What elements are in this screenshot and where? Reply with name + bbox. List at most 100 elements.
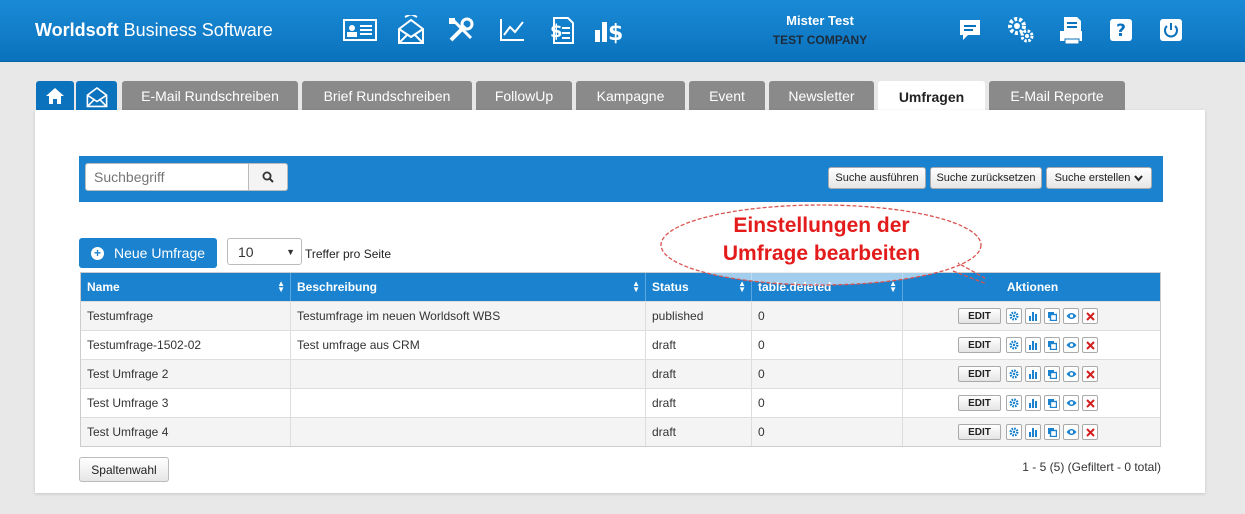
search-button[interactable] bbox=[248, 163, 288, 191]
copy-button[interactable] bbox=[1044, 337, 1060, 353]
eye-icon bbox=[1066, 400, 1076, 406]
copy-button[interactable] bbox=[1044, 395, 1060, 411]
delete-button[interactable] bbox=[1082, 366, 1098, 382]
create-search-label: Suche erstellen bbox=[1054, 172, 1131, 184]
statistics-button[interactable] bbox=[1025, 308, 1041, 324]
statistics-button[interactable] bbox=[1025, 395, 1041, 411]
document-dollar-icon[interactable]: $ bbox=[545, 15, 579, 45]
cell-deleted: 0 bbox=[752, 418, 903, 446]
tab-umfragen[interactable]: Umfragen bbox=[878, 81, 985, 112]
statistics-button[interactable] bbox=[1025, 366, 1041, 382]
help-icon[interactable]: ? bbox=[1104, 15, 1138, 45]
settings-button[interactable] bbox=[1006, 366, 1022, 382]
per-page-value: 10 bbox=[238, 243, 254, 260]
chart-line-icon[interactable] bbox=[495, 15, 529, 45]
preview-button[interactable] bbox=[1063, 395, 1079, 411]
edit-button[interactable]: EDIT bbox=[958, 424, 1001, 440]
column-header-name[interactable]: Name ▲ ▼ bbox=[81, 273, 291, 301]
copy-button[interactable] bbox=[1044, 308, 1060, 324]
settings-button[interactable] bbox=[1006, 395, 1022, 411]
gear-icon bbox=[1009, 398, 1019, 408]
preview-button[interactable] bbox=[1063, 424, 1079, 440]
column-header-description[interactable]: Beschreibung ▲ ▼ bbox=[291, 273, 646, 301]
tab-home[interactable] bbox=[36, 81, 74, 111]
print-icon[interactable] bbox=[1054, 15, 1088, 45]
settings-button[interactable] bbox=[1006, 424, 1022, 440]
close-icon bbox=[1085, 427, 1095, 437]
contacts-card-icon[interactable] bbox=[343, 15, 377, 45]
cell-description bbox=[291, 389, 646, 417]
new-survey-button[interactable]: + Neue Umfrage bbox=[79, 238, 217, 268]
per-page-select[interactable]: 10 ▼ bbox=[227, 238, 302, 265]
copy-icon bbox=[1048, 428, 1057, 437]
edit-button[interactable]: EDIT bbox=[958, 366, 1001, 382]
copy-icon bbox=[1048, 341, 1057, 350]
gear-icon bbox=[1009, 311, 1019, 321]
plus-circle-icon: + bbox=[91, 246, 104, 260]
tab-kampagne[interactable]: Kampagne bbox=[576, 81, 685, 111]
tab-followup[interactable]: FollowUp bbox=[476, 81, 572, 111]
settings-gears-icon[interactable] bbox=[1004, 15, 1038, 45]
cell-name[interactable]: Testumfrage-1502-02 bbox=[81, 331, 291, 359]
bar-chart-icon bbox=[1029, 370, 1037, 379]
preview-button[interactable] bbox=[1063, 366, 1079, 382]
delete-button[interactable] bbox=[1082, 337, 1098, 353]
chevron-down-icon bbox=[1134, 174, 1144, 182]
cell-name[interactable]: Test Umfrage 3 bbox=[81, 389, 291, 417]
bar-chart-icon bbox=[1029, 341, 1037, 350]
row-actions: EDIT bbox=[958, 366, 1098, 382]
create-search-button[interactable]: Suche erstellen bbox=[1046, 167, 1152, 189]
mail-campaign-icon[interactable] bbox=[394, 15, 428, 45]
search-input[interactable] bbox=[85, 163, 249, 191]
cell-description bbox=[291, 418, 646, 446]
preview-button[interactable] bbox=[1063, 308, 1079, 324]
bar-chart-icon bbox=[1029, 399, 1037, 408]
delete-button[interactable] bbox=[1082, 308, 1098, 324]
power-icon[interactable] bbox=[1154, 15, 1188, 45]
copy-button[interactable] bbox=[1044, 424, 1060, 440]
table-row: Test Umfrage 2 draft 0 EDIT bbox=[81, 359, 1160, 388]
tab-email-reporte[interactable]: E-Mail Reporte bbox=[989, 81, 1125, 111]
edit-button[interactable]: EDIT bbox=[958, 337, 1001, 353]
cell-status: draft bbox=[646, 360, 752, 388]
user-name: Mister Test bbox=[786, 13, 854, 28]
close-icon bbox=[1085, 340, 1095, 350]
edit-button[interactable]: EDIT bbox=[958, 395, 1001, 411]
tab-brief-rundschreiben[interactable]: Brief Rundschreiben bbox=[302, 81, 472, 111]
cell-name[interactable]: Test Umfrage 4 bbox=[81, 418, 291, 446]
table-row: Test Umfrage 4 draft 0 EDIT bbox=[81, 417, 1160, 446]
svg-text:$: $ bbox=[550, 21, 563, 42]
cell-name[interactable]: Testumfrage bbox=[81, 302, 291, 330]
reset-search-button[interactable]: Suche zurücksetzen bbox=[930, 167, 1042, 189]
statistics-button[interactable] bbox=[1025, 424, 1041, 440]
gear-icon bbox=[1009, 427, 1019, 437]
statistics-button[interactable] bbox=[1025, 337, 1041, 353]
delete-button[interactable] bbox=[1082, 424, 1098, 440]
cell-name[interactable]: Test Umfrage 2 bbox=[81, 360, 291, 388]
cell-status: draft bbox=[646, 418, 752, 446]
tab-newsletter[interactable]: Newsletter bbox=[769, 81, 874, 111]
settings-button[interactable] bbox=[1006, 337, 1022, 353]
settings-button[interactable] bbox=[1006, 308, 1022, 324]
chat-icon[interactable] bbox=[953, 15, 987, 45]
tools-icon[interactable] bbox=[444, 15, 478, 45]
preview-button[interactable] bbox=[1063, 337, 1079, 353]
tab-mailing[interactable] bbox=[76, 81, 117, 111]
table-header: Name ▲ ▼ Beschreibung ▲ ▼ Status ▲ ▼ table.… bbox=[81, 273, 1160, 301]
column-chooser-button[interactable]: Spaltenwahl bbox=[79, 457, 169, 482]
callout-text: Einstellungen der Umfrage bearbeiten bbox=[658, 212, 985, 268]
copy-icon bbox=[1048, 370, 1057, 379]
tab-event[interactable]: Event bbox=[689, 81, 765, 111]
eye-icon bbox=[1066, 429, 1076, 435]
run-search-button[interactable]: Suche ausführen bbox=[828, 167, 926, 189]
table-row: Testumfrage-1502-02 Test umfrage aus CRM… bbox=[81, 330, 1160, 359]
svg-text:?: ? bbox=[1116, 21, 1126, 41]
copy-button[interactable] bbox=[1044, 366, 1060, 382]
brand-logo[interactable]: Worldsoft Business Software bbox=[35, 20, 273, 41]
bar-dollar-icon[interactable]: $ bbox=[593, 15, 627, 45]
home-icon bbox=[46, 88, 64, 104]
callout-line-2: Umfrage bearbeiten bbox=[722, 242, 921, 265]
tab-email-rundschreiben[interactable]: E-Mail Rundschreiben bbox=[122, 81, 298, 111]
delete-button[interactable] bbox=[1082, 395, 1098, 411]
edit-button[interactable]: EDIT bbox=[958, 308, 1001, 324]
